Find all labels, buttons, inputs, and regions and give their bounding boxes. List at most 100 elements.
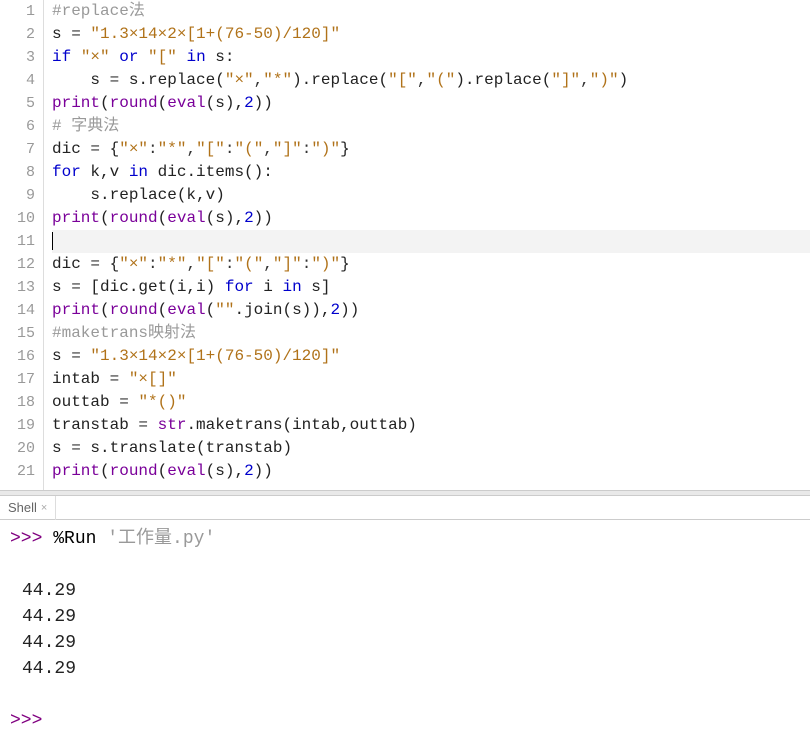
code-line[interactable]: # 字典法 bbox=[52, 115, 810, 138]
token-ident: .join(s)), bbox=[234, 301, 330, 319]
token-ident: s bbox=[52, 71, 110, 89]
token-ident: { bbox=[100, 140, 119, 158]
code-line[interactable]: print(round(eval(s),2)) bbox=[52, 460, 810, 483]
token-number: 2 bbox=[330, 301, 340, 319]
token-number: 2 bbox=[244, 462, 254, 480]
token-string: ")" bbox=[311, 140, 340, 158]
token-ident: } bbox=[340, 255, 350, 273]
line-number: 5 bbox=[0, 92, 35, 115]
code-line[interactable]: transtab = str.maketrans(intab,outtab) bbox=[52, 414, 810, 437]
code-line[interactable]: s = "1.3×14×2×[1+(76-50)/120]" bbox=[52, 345, 810, 368]
code-line[interactable]: #replace法 bbox=[52, 0, 810, 23]
shell-prompt-line[interactable]: >>> bbox=[10, 708, 800, 734]
token-string: "" bbox=[215, 301, 234, 319]
line-number: 6 bbox=[0, 115, 35, 138]
code-line[interactable]: if "×" or "[" in s: bbox=[52, 46, 810, 69]
token-punct: , bbox=[263, 255, 273, 273]
shell-output-line: 44.29 bbox=[10, 656, 800, 682]
token-string: "[" bbox=[148, 48, 177, 66]
code-editor[interactable]: 123456789101112131415161718192021 #repla… bbox=[0, 0, 810, 490]
shell-run-line: >>> %Run '工作量.py' bbox=[10, 526, 800, 552]
code-line[interactable] bbox=[52, 230, 810, 253]
code-line[interactable]: print(round(eval(s),2)) bbox=[52, 92, 810, 115]
line-number: 14 bbox=[0, 299, 35, 322]
code-line[interactable]: dic = {"×":"*","[":"(","]":")"} bbox=[52, 138, 810, 161]
token-keyword: in bbox=[129, 163, 148, 181]
line-number: 15 bbox=[0, 322, 35, 345]
shell-prompt: >>> bbox=[10, 711, 53, 731]
token-ident: (s), bbox=[206, 209, 244, 227]
code-line[interactable]: #maketrans映射法 bbox=[52, 322, 810, 345]
token-ident: )) bbox=[254, 209, 273, 227]
line-number: 19 bbox=[0, 414, 35, 437]
code-line[interactable]: s = s.translate(transtab) bbox=[52, 437, 810, 460]
token-string: "]" bbox=[273, 255, 302, 273]
token-keyword: in bbox=[186, 48, 205, 66]
line-number: 13 bbox=[0, 276, 35, 299]
line-number-gutter: 123456789101112131415161718192021 bbox=[0, 0, 44, 490]
token-builtin: print bbox=[52, 209, 100, 227]
token-ident: ( bbox=[158, 209, 168, 227]
token-builtin: round bbox=[110, 301, 158, 319]
token-ident bbox=[138, 48, 148, 66]
code-line[interactable]: dic = {"×":"*","[":"(","]":")"} bbox=[52, 253, 810, 276]
shell-output[interactable]: >>> %Run '工作量.py' 44.2944.2944.2944.29 >… bbox=[0, 520, 810, 740]
token-punct: = bbox=[138, 416, 148, 434]
token-ident: ) bbox=[619, 71, 629, 89]
token-string: "*" bbox=[263, 71, 292, 89]
token-ident: transtab bbox=[52, 416, 138, 434]
token-string: "(" bbox=[234, 140, 263, 158]
code-line[interactable]: s = s.replace("×","*").replace("[","(").… bbox=[52, 69, 810, 92]
token-comment: # 字典法 bbox=[52, 117, 119, 135]
code-area[interactable]: #replace法s = "1.3×14×2×[1+(76-50)/120]"i… bbox=[44, 0, 810, 490]
token-ident bbox=[129, 393, 139, 411]
token-punct: : bbox=[302, 140, 312, 158]
code-line[interactable]: s = "1.3×14×2×[1+(76-50)/120]" bbox=[52, 23, 810, 46]
line-number: 4 bbox=[0, 69, 35, 92]
token-ident bbox=[119, 370, 129, 388]
token-string: "×" bbox=[119, 255, 148, 273]
code-line[interactable]: outtab = "*()" bbox=[52, 391, 810, 414]
token-string: ")" bbox=[311, 255, 340, 273]
token-string: "1.3×14×2×[1+(76-50)/120]" bbox=[90, 25, 340, 43]
token-ident bbox=[81, 347, 91, 365]
line-number: 2 bbox=[0, 23, 35, 46]
token-ident: ( bbox=[100, 209, 110, 227]
token-ident: )) bbox=[254, 94, 273, 112]
token-ident: ( bbox=[100, 462, 110, 480]
token-ident: dic bbox=[52, 255, 90, 273]
token-builtin: print bbox=[52, 94, 100, 112]
code-line[interactable]: s = [dic.get(i,i) for i in s] bbox=[52, 276, 810, 299]
code-line[interactable]: print(round(eval(s),2)) bbox=[52, 207, 810, 230]
token-ident: s] bbox=[302, 278, 331, 296]
token-keyword: or bbox=[119, 48, 138, 66]
code-line[interactable]: s.replace(k,v) bbox=[52, 184, 810, 207]
line-number: 17 bbox=[0, 368, 35, 391]
token-builtin: str bbox=[158, 416, 187, 434]
token-ident: } bbox=[340, 140, 350, 158]
token-string: "*" bbox=[158, 140, 187, 158]
line-number: 20 bbox=[0, 437, 35, 460]
token-builtin: eval bbox=[167, 94, 205, 112]
token-ident: ).replace( bbox=[292, 71, 388, 89]
token-punct: = bbox=[71, 347, 81, 365]
token-keyword: if bbox=[52, 48, 71, 66]
shell-tab[interactable]: Shell × bbox=[0, 496, 56, 520]
token-punct: : bbox=[148, 140, 158, 158]
line-number: 18 bbox=[0, 391, 35, 414]
code-line[interactable]: print(round(eval("".join(s)),2)) bbox=[52, 299, 810, 322]
token-ident: )) bbox=[254, 462, 273, 480]
token-string: ")" bbox=[590, 71, 619, 89]
token-punct: , bbox=[186, 255, 196, 273]
token-ident: s bbox=[52, 347, 71, 365]
token-ident: i bbox=[254, 278, 283, 296]
code-line[interactable]: intab = "×[]" bbox=[52, 368, 810, 391]
shell-output-line: 44.29 bbox=[10, 578, 800, 604]
token-builtin: print bbox=[52, 462, 100, 480]
token-ident: ( bbox=[100, 94, 110, 112]
token-ident: ( bbox=[206, 301, 216, 319]
token-string: "*()" bbox=[138, 393, 186, 411]
token-string: "[" bbox=[196, 255, 225, 273]
code-line[interactable]: for k,v in dic.items(): bbox=[52, 161, 810, 184]
close-icon[interactable]: × bbox=[41, 496, 47, 520]
